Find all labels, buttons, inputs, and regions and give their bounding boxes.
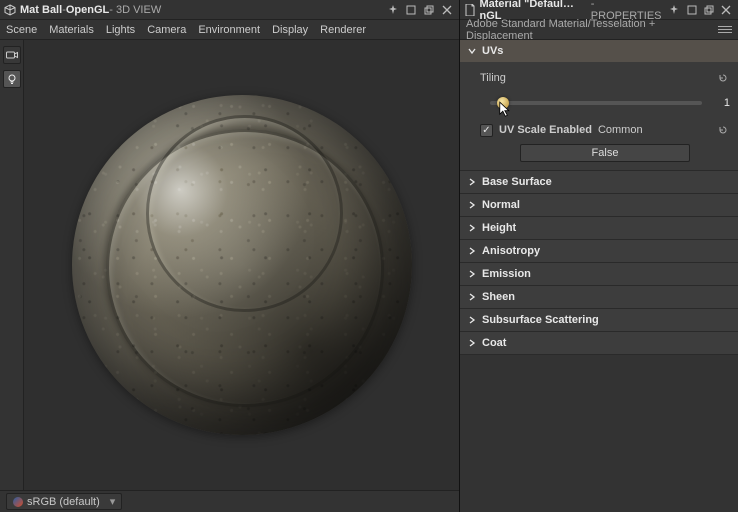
- chevron-down-icon: [468, 47, 478, 55]
- section-label: Anisotropy: [482, 245, 540, 257]
- tab-materials[interactable]: Materials: [49, 24, 94, 36]
- section-label: Sheen: [482, 291, 515, 303]
- section-header-anisotropy[interactable]: Anisotropy: [460, 240, 738, 262]
- properties-panel: Material "Defaul…nGL - PROPERTIES Adobe …: [460, 0, 738, 512]
- colorspace-label: sRGB (default): [27, 496, 100, 508]
- slider-thumb[interactable]: [497, 97, 509, 109]
- viewport-toolbar: [0, 40, 24, 490]
- viewport-tabs: Scene Materials Lights Camera Environmen…: [0, 20, 459, 40]
- tiling-value: 1: [710, 97, 730, 109]
- section-label: Normal: [482, 199, 520, 211]
- tab-scene[interactable]: Scene: [6, 24, 37, 36]
- maximize-icon[interactable]: [684, 2, 699, 18]
- viewport-titlebar: Mat Ball - OpenGL - 3D VIEW: [0, 0, 459, 20]
- section-header-sheen[interactable]: Sheen: [460, 286, 738, 308]
- section-header-base-surface[interactable]: Base Surface: [460, 171, 738, 193]
- colorspace-select[interactable]: sRGB (default) ▾: [6, 493, 122, 510]
- tab-environment[interactable]: Environment: [198, 24, 260, 36]
- chevron-right-icon: [468, 339, 478, 347]
- matball-preview: [72, 95, 412, 435]
- pin-icon[interactable]: [385, 2, 401, 18]
- hamburger-icon[interactable]: [718, 23, 732, 37]
- section-label: Height: [482, 222, 516, 234]
- viewport-title-suffix: - 3D VIEW: [109, 4, 161, 16]
- section-label-uvs: UVs: [482, 45, 503, 57]
- popout-icon[interactable]: [701, 2, 716, 18]
- section-header-uvs[interactable]: UVs: [460, 40, 738, 62]
- document-icon: [464, 4, 475, 16]
- pin-icon[interactable]: [667, 2, 682, 18]
- chevron-right-icon: [468, 247, 478, 255]
- reset-icon[interactable]: [716, 71, 730, 85]
- viewport-bottombar: sRGB (default) ▾: [0, 490, 459, 512]
- tool-camera[interactable]: [3, 46, 21, 64]
- chevron-right-icon: [468, 201, 478, 209]
- uv-scale-value[interactable]: False: [520, 144, 690, 162]
- chevron-right-icon: [468, 178, 478, 186]
- popout-icon[interactable]: [421, 2, 437, 18]
- close-icon[interactable]: [439, 2, 455, 18]
- close-icon[interactable]: [719, 2, 734, 18]
- section-header-height[interactable]: Height: [460, 217, 738, 239]
- section-label: Subsurface Scattering: [482, 314, 599, 326]
- tiling-slider[interactable]: [490, 101, 702, 105]
- tab-lights[interactable]: Lights: [106, 24, 135, 36]
- section-uvs: UVs Tiling: [460, 40, 738, 171]
- viewport-3d[interactable]: [24, 40, 459, 490]
- section-label: Coat: [482, 337, 506, 349]
- chevron-down-icon: ▾: [110, 495, 116, 508]
- tool-light[interactable]: [3, 70, 21, 88]
- section-label: Emission: [482, 268, 531, 280]
- section-header-subsurface[interactable]: Subsurface Scattering: [460, 309, 738, 331]
- section-header-normal[interactable]: Normal: [460, 194, 738, 216]
- tab-camera[interactable]: Camera: [147, 24, 186, 36]
- section-label: Base Surface: [482, 176, 552, 188]
- uv-scale-checkbox[interactable]: [480, 124, 493, 137]
- section-header-emission[interactable]: Emission: [460, 263, 738, 285]
- viewport-panel: Mat Ball - OpenGL - 3D VIEW Scene Materi…: [0, 0, 460, 512]
- properties-subheader: Adobe Standard Material/Tesselation + Di…: [460, 20, 738, 40]
- properties-body: UVs Tiling: [460, 40, 738, 512]
- chevron-right-icon: [468, 224, 478, 232]
- uv-scale-mode: Common: [598, 124, 643, 136]
- viewport-title-main: Mat Ball: [20, 4, 62, 16]
- cube-icon: [4, 4, 16, 16]
- viewport-title-renderer: OpenGL: [66, 4, 109, 16]
- tiling-label: Tiling: [480, 72, 506, 84]
- chevron-right-icon: [468, 293, 478, 301]
- chevron-right-icon: [468, 316, 478, 324]
- maximize-icon[interactable]: [403, 2, 419, 18]
- colorspace-swatch-icon: [13, 497, 23, 507]
- chevron-right-icon: [468, 270, 478, 278]
- tab-renderer[interactable]: Renderer: [320, 24, 366, 36]
- reset-icon[interactable]: [716, 123, 730, 137]
- uv-scale-label: UV Scale Enabled: [499, 124, 592, 136]
- tab-display[interactable]: Display: [272, 24, 308, 36]
- material-path: Adobe Standard Material/Tesselation + Di…: [466, 18, 718, 42]
- section-header-coat[interactable]: Coat: [460, 332, 738, 354]
